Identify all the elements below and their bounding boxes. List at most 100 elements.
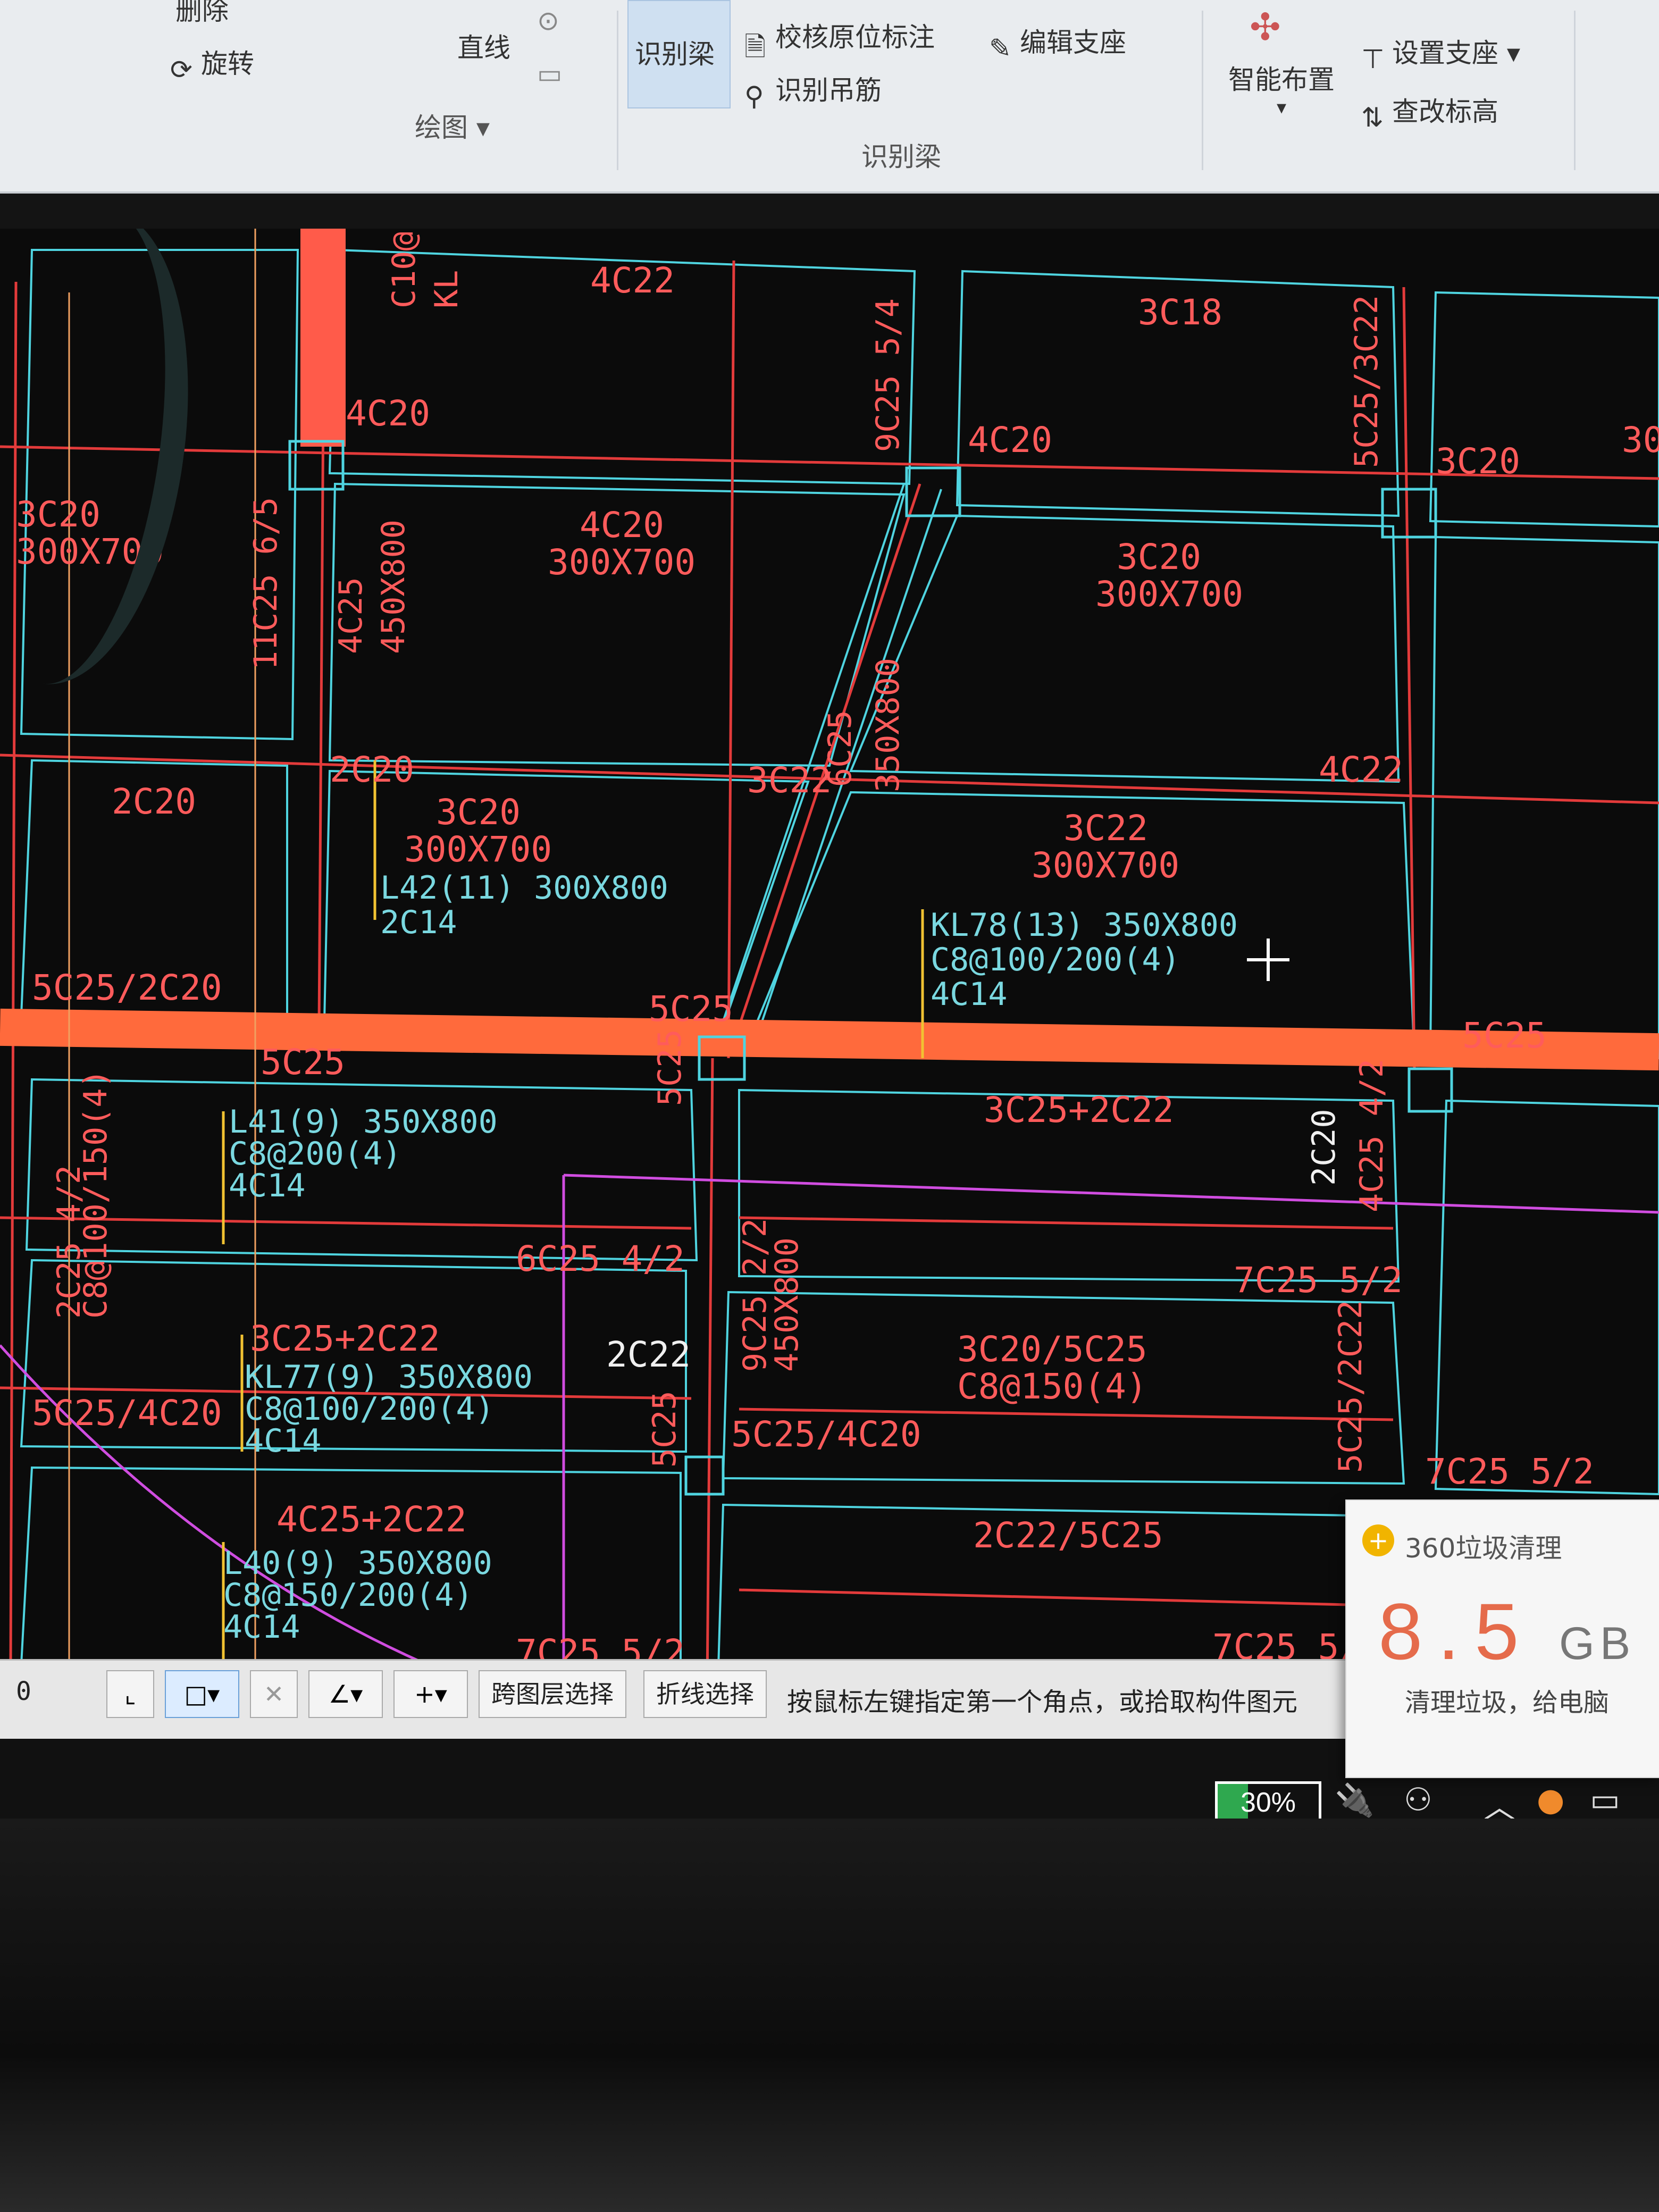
beam-label[interactable]: 300X700 [548, 542, 696, 583]
verify-marks-button[interactable]: 🗎 校核原位标注 [744, 16, 935, 62]
rect-icon[interactable]: ▭ [537, 58, 562, 89]
polyline-select-button[interactable]: 折线选择 [643, 1670, 767, 1718]
popup-description[interactable]: 清理垃圾，给电脑 [1405, 1681, 1609, 1719]
beam-label[interactable]: 6C25 4/2 [516, 1238, 685, 1279]
beam-label[interactable]: 2C22/5C25 [973, 1515, 1163, 1556]
beam-label[interactable]: 4C20 [346, 393, 430, 434]
vertical-beam-label[interactable]: C10@ [386, 232, 423, 309]
set-support-button[interactable]: ⊤ 设置支座 ▾ [1361, 32, 1520, 74]
drawing-canvas[interactable]: 4C22 3C18 4C20 4C20 3C20 300X700 4C20 300X700 3C… [0, 229, 1659, 1686]
beam-label[interactable]: 2C22 [606, 1334, 691, 1375]
junk-size: 8.5 [1378, 1587, 1534, 1676]
coordinate-readout: 0 [16, 1677, 31, 1706]
beam-label[interactable]: 4C14 [229, 1167, 306, 1204]
360-logo-icon: + [1362, 1524, 1394, 1556]
beam-label[interactable]: 300X700 [1095, 574, 1243, 615]
beam-label[interactable]: 300X700 [404, 829, 552, 870]
beam-label[interactable]: 5C25 [261, 1042, 345, 1083]
beam-label[interactable]: 2C14 [380, 904, 457, 941]
ribbon-separator [617, 11, 618, 170]
vertical-beam-label[interactable]: KL [428, 270, 465, 308]
check-elevation-button[interactable]: ⇅ 查改标高 [1361, 90, 1498, 133]
ribbon-separator [1202, 11, 1203, 170]
beam-label[interactable]: 5C25/4C20 [32, 1393, 222, 1434]
beam-label[interactable]: 2C20 [330, 749, 414, 790]
popup-title: 360垃圾清理 [1405, 1533, 1562, 1564]
beam-label[interactable]: 3C20 [1117, 537, 1201, 577]
vertical-beam-label[interactable]: 6C25 [822, 710, 859, 787]
beam-label[interactable]: 4C20 [968, 420, 1052, 460]
support-icon: ⊤ [1361, 43, 1385, 74]
beam-label[interactable]: 3C20 [436, 792, 521, 833]
beam-label[interactable]: 4C22 [1319, 749, 1403, 790]
box-select-button[interactable]: □▾ [165, 1670, 239, 1718]
plug-icon[interactable]: 🔌 [1335, 1781, 1375, 1819]
identify-hanger-button[interactable]: ⚲ 识别吊筋 [744, 69, 882, 112]
people-icon[interactable]: ⚇ [1404, 1781, 1432, 1819]
device-icon[interactable]: ▭ [1590, 1781, 1620, 1819]
vertical-beam-label[interactable]: 11C25 6/5 [247, 497, 284, 670]
beam-label[interactable]: 5C25 [1462, 1015, 1547, 1056]
beam-label[interactable]: 4C14 [245, 1422, 322, 1460]
beam-label[interactable]: 3C20 [1436, 441, 1520, 482]
beam-label[interactable]: KL78(13) 350X800 [931, 907, 1238, 944]
vertical-beam-label[interactable]: 5C25/2C22 [1332, 1300, 1369, 1473]
edit-support-button[interactable]: ✎ 编辑支座 [989, 21, 1126, 64]
beam-label[interactable]: C8@100/200(4) [931, 941, 1180, 978]
beam-label[interactable]: 3C20/5C25 [957, 1329, 1147, 1370]
ortho-button[interactable]: ⌞ [106, 1670, 154, 1718]
beam-label[interactable]: 4C14 [223, 1608, 300, 1646]
beam-label[interactable]: 3C25+2C22 [984, 1090, 1174, 1130]
beam-label[interactable]: 5C25/4C20 [731, 1414, 921, 1455]
beam-label[interactable]: 4C20 [580, 505, 664, 546]
junk-size-unit: GB [1559, 1618, 1636, 1669]
beam-label[interactable]: 5C25 [649, 988, 733, 1029]
beam-label[interactable]: 3C18 [1138, 292, 1222, 333]
app-tray-icon[interactable]: ● [1537, 1781, 1564, 1819]
beam-label[interactable]: L42(11) 300X800 [380, 869, 668, 907]
vertical-beam-label[interactable]: 350X800 [869, 658, 907, 792]
hanger-icon: ⚲ [744, 80, 764, 112]
label-leaders [68, 229, 924, 1686]
beam-label[interactable]: 4C14 [931, 976, 1008, 1013]
beam-label[interactable]: 300X700 [1622, 420, 1659, 460]
cleanup-popup[interactable]: + 360垃圾清理 8.5 GB 清理垃圾，给电脑 [1345, 1499, 1659, 1778]
angle-button[interactable]: ∠▾ [308, 1670, 383, 1718]
beam-label[interactable]: 5C25/2C20 [32, 967, 222, 1008]
vertical-beam-label[interactable]: 4C25 4/2 [1353, 1059, 1390, 1212]
vertical-beam-label[interactable]: 5C25 [646, 1391, 683, 1468]
battery-indicator[interactable]: 30% [1215, 1781, 1321, 1824]
beam-label[interactable]: 7C25 5/2 [1425, 1451, 1594, 1492]
ribbon-separator [1574, 11, 1576, 170]
delete-button[interactable]: 删除 [175, 0, 229, 28]
beam-label[interactable]: 3C22 [747, 760, 832, 801]
vertical-beam-label[interactable]: 9C25 5/4 [869, 298, 907, 452]
line-button[interactable]: 直线 [457, 27, 510, 65]
elevation-icon: ⇅ [1361, 102, 1384, 133]
vertical-beam-label[interactable]: 2C20 [1305, 1109, 1343, 1186]
vertical-beam-label[interactable]: C8@100/150(4) [77, 1069, 114, 1319]
beam-label[interactable]: C8@150(4) [957, 1366, 1147, 1407]
identify-beam-button[interactable]: 识别梁 [627, 0, 731, 108]
beam-label[interactable]: 7C25 5/2 [1234, 1260, 1403, 1301]
cross-layer-select-button[interactable]: 跨图层选择 [479, 1670, 626, 1718]
beam-label[interactable]: 2C20 [112, 781, 196, 822]
beam-label[interactable]: 3C25+2C22 [250, 1318, 440, 1359]
cross-select-button[interactable]: ✕ [250, 1670, 298, 1718]
cad-drawing[interactable]: 4C223C184C204C203C20300X7004C20300X700 3C… [0, 229, 1659, 1686]
vertical-beam-label[interactable]: 450X800 [375, 520, 412, 654]
snap-button[interactable]: +▾ [393, 1670, 468, 1718]
angle-icon: ∠▾ [328, 1680, 363, 1708]
beam-label[interactable]: 300X700 [1032, 845, 1179, 886]
beam-label[interactable]: 3C22 [1063, 808, 1148, 849]
vertical-beam-label[interactable]: 5C25 [651, 1029, 689, 1107]
vertical-beam-label[interactable]: 4C25 [332, 577, 370, 655]
vertical-beam-label[interactable]: 5C25/3C22 [1348, 295, 1385, 468]
smart-layout-button[interactable]: 智能布置 ▾ [1228, 58, 1335, 119]
beam-label[interactable]: 4C25+2C22 [276, 1499, 467, 1540]
rotate-button[interactable]: ⟳ 旋转 [170, 43, 254, 85]
beam-label[interactable]: 4C22 [590, 260, 675, 301]
edit-icon: ✎ [989, 32, 1011, 64]
vertical-beam-label[interactable]: 450X800 [768, 1237, 806, 1372]
point-icon[interactable]: ⊙ [537, 5, 559, 36]
